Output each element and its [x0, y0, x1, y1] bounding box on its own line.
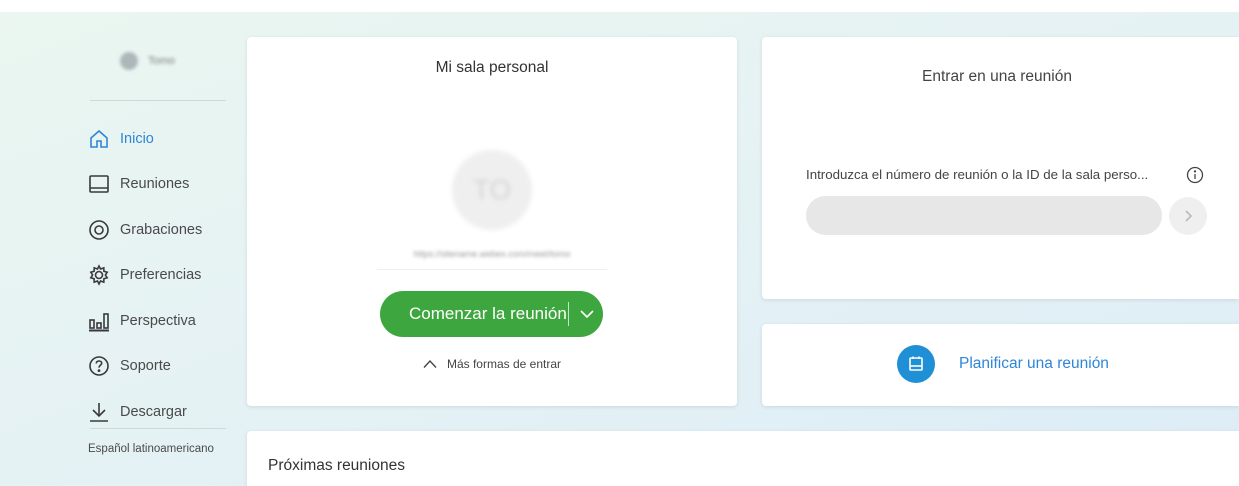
avatar: [120, 52, 138, 70]
chevron-down-icon[interactable]: [577, 304, 597, 324]
sidebar-item-label: Inicio: [120, 130, 154, 147]
chevron-up-icon: [423, 359, 437, 368]
recording-icon: [88, 219, 110, 241]
personal-room-card: Mi sala personal TO https://sitename.web…: [247, 37, 737, 406]
sidebar-item-preferencias[interactable]: Preferencias: [88, 253, 238, 299]
sidebar: Tomo Inicio Reuniones Grabaciones Prefer…: [0, 12, 240, 486]
schedule-calendar-icon: [897, 345, 935, 383]
meeting-number-input[interactable]: [806, 196, 1162, 235]
more-ways-to-join-link[interactable]: Más formas de entrar: [247, 357, 737, 371]
sidebar-item-soporte[interactable]: Soporte: [88, 344, 238, 390]
avatar: TO: [452, 150, 532, 230]
join-meeting-card: Entrar en una reunión Introduzca el núme…: [762, 37, 1239, 299]
sidebar-divider: [90, 100, 226, 101]
sidebar-nav: Inicio Reuniones Grabaciones Preferencia…: [88, 116, 238, 435]
schedule-meeting-card[interactable]: Planificar una reunión: [762, 324, 1239, 406]
help-icon: [88, 355, 110, 377]
join-go-button[interactable]: [1169, 197, 1207, 235]
sidebar-item-label: Grabaciones: [120, 221, 203, 238]
language-selector[interactable]: Español latinoamericano: [88, 442, 214, 457]
personal-room-title: Mi sala personal: [435, 59, 549, 76]
url-divider: [377, 269, 607, 270]
more-ways-label: Más formas de entrar: [446, 357, 562, 371]
language-label: Español latinoamericano: [88, 443, 214, 455]
personal-room-url[interactable]: https://sitename.webex.com/meet/tomo: [377, 249, 607, 259]
sidebar-item-perspectiva[interactable]: Perspectiva: [88, 298, 238, 344]
download-icon: [88, 401, 110, 423]
user-profile[interactable]: Tomo: [120, 52, 175, 70]
avatar-initials: TO: [472, 174, 512, 205]
user-name: Tomo: [148, 55, 175, 67]
start-meeting-button[interactable]: Comenzar la reunión: [380, 291, 603, 337]
sidebar-item-grabaciones[interactable]: Grabaciones: [88, 207, 238, 253]
bar-chart-icon: [88, 310, 110, 332]
chevron-right-icon: [1185, 210, 1193, 222]
gear-icon: [88, 264, 110, 287]
upcoming-meetings-title: Próximas reuniones: [268, 457, 405, 474]
home-icon: [88, 128, 110, 150]
calendar-icon: [88, 173, 110, 195]
sidebar-divider: [90, 428, 226, 429]
button-separator: [568, 302, 569, 326]
top-strip: [0, 0, 1239, 12]
sidebar-item-label: Reuniones: [120, 176, 190, 193]
join-input-label: Introduzca el número de reunión o la ID …: [806, 167, 1149, 182]
schedule-meeting-label: Planificar una reunión: [959, 355, 1109, 372]
info-icon[interactable]: [1186, 166, 1204, 184]
sidebar-item-reuniones[interactable]: Reuniones: [88, 162, 238, 208]
sidebar-item-label: Descargar: [120, 403, 187, 420]
sidebar-item-label: Perspectiva: [120, 312, 196, 329]
start-meeting-label: Comenzar la reunión: [409, 304, 567, 323]
sidebar-item-inicio[interactable]: Inicio: [88, 116, 238, 162]
sidebar-item-label: Preferencias: [120, 267, 202, 284]
sidebar-item-label: Soporte: [120, 358, 171, 375]
join-meeting-title: Entrar en una reunión: [922, 68, 1072, 85]
upcoming-meetings-panel: Próximas reuniones: [247, 431, 1239, 486]
